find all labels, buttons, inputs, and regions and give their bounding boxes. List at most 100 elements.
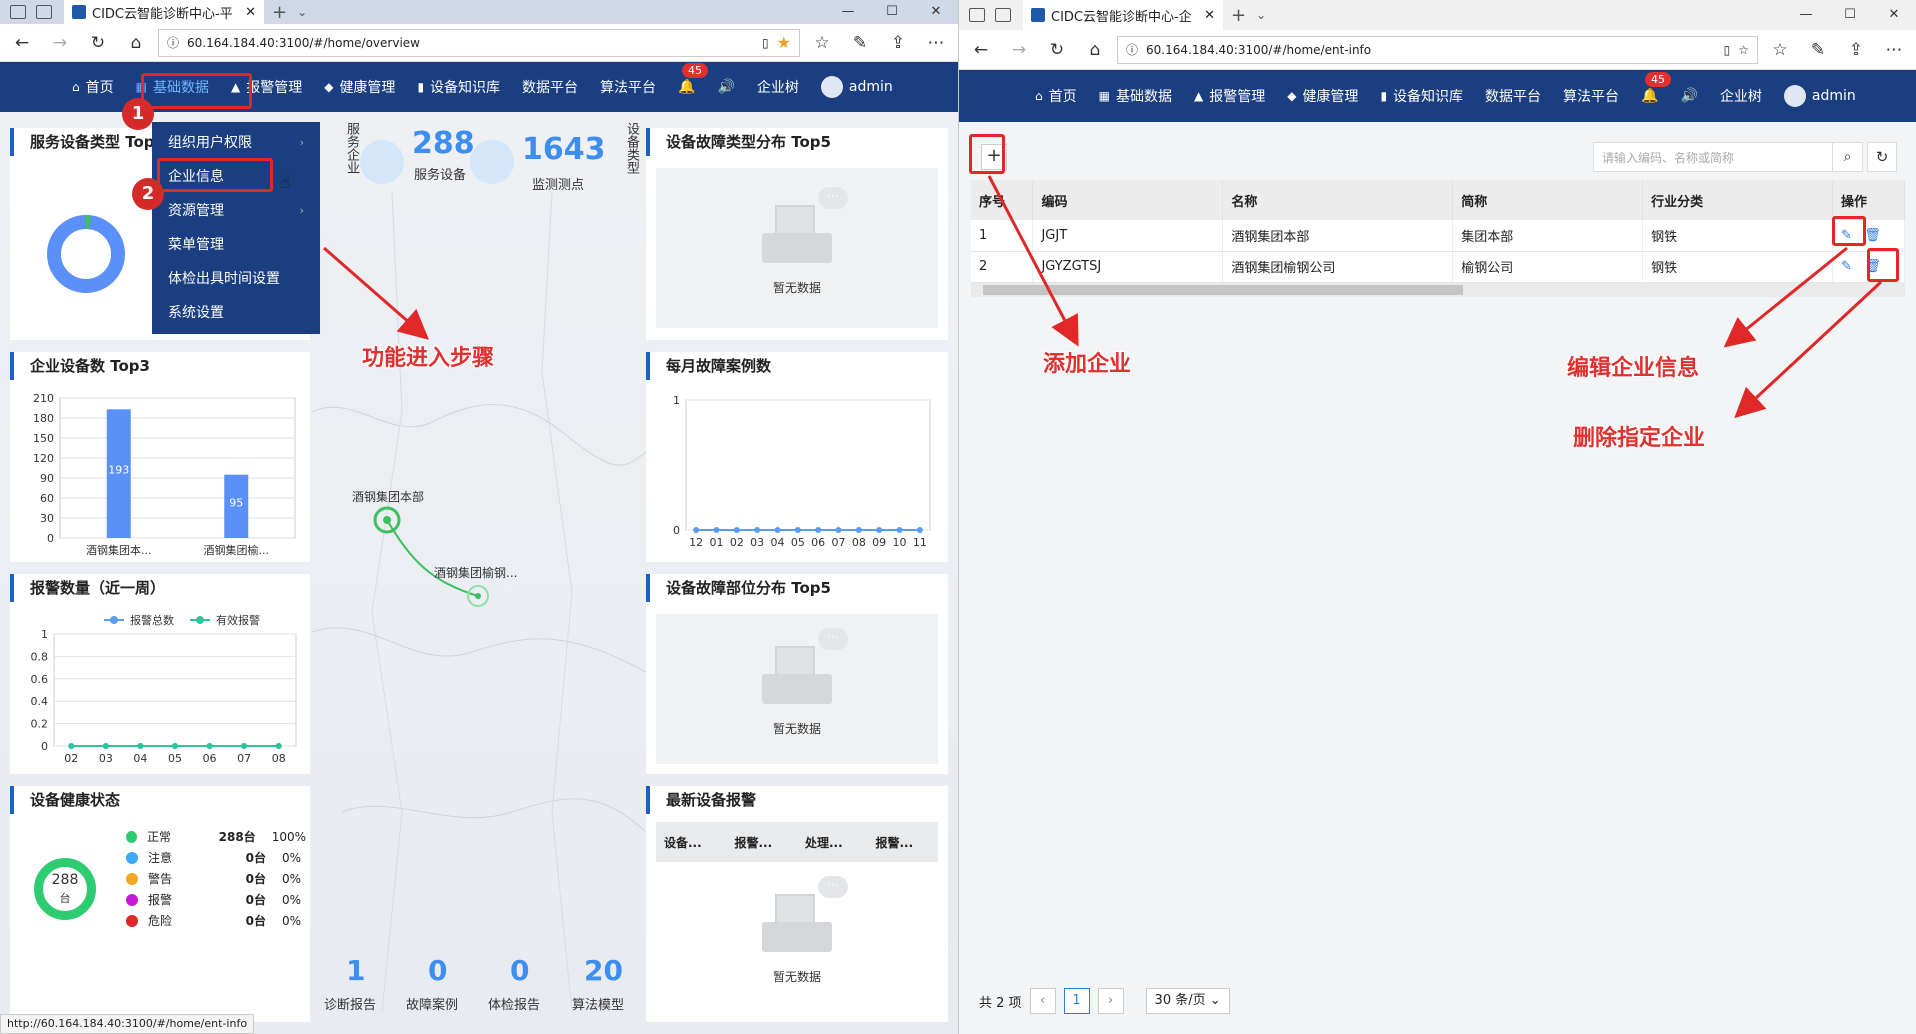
y-tick-label: 60 (40, 492, 54, 505)
user-menu[interactable]: admin (820, 76, 893, 98)
nav-algorithm[interactable]: 算法平台 (600, 77, 656, 97)
x-tick-label: 02 (64, 752, 78, 765)
info-icon[interactable]: ⓘ (167, 34, 179, 51)
stat-value: 0 (510, 954, 530, 987)
page-number[interactable]: 1 (1063, 988, 1090, 1014)
server-stat-icon (360, 140, 404, 184)
data-point (206, 743, 213, 749)
close-tab-icon[interactable]: ✕ (245, 5, 256, 20)
left-tab-bar: CIDC云智能诊断中心-平 ✕ + ⌄ — ☐ ✕ (0, 0, 958, 24)
health-legend-row: 报警 0台 0% (126, 889, 306, 910)
forward-icon[interactable]: → (44, 33, 76, 53)
health-legend-row: 警告 0台 0% (126, 868, 306, 889)
plot-area (685, 399, 931, 531)
stat-value: 0 (428, 954, 448, 987)
empty-text: 暂无数据 (772, 721, 821, 736)
health-legend-row: 注意 0台 0% (126, 847, 306, 868)
favorites-icon[interactable]: ☆ (806, 33, 838, 53)
data-point (774, 527, 781, 533)
left-active-tab[interactable]: CIDC云智能诊断中心-平 ✕ (64, 0, 264, 24)
step-marker: 1 (122, 98, 154, 130)
map-point-label: 酒钢集团本部 (352, 490, 425, 504)
menu-item-system-settings[interactable]: 系统设置 (152, 296, 320, 330)
menu-item-org-user-permission[interactable]: 组织用户权限 › (152, 126, 320, 160)
column-header[interactable]: 报警... (727, 834, 798, 851)
close-window-icon[interactable]: ✕ (914, 0, 958, 24)
status-dot (126, 872, 138, 885)
x-tick-label: 04 (133, 752, 147, 765)
home-icon[interactable]: ⌂ (120, 33, 152, 53)
next-page-icon[interactable]: › (1097, 988, 1124, 1014)
notification-bell-icon[interactable]: 🔔 45 (678, 63, 709, 95)
menu-label: 体检出具时间设置 (168, 271, 280, 287)
right-browser-window: CIDC云智能诊断中心-企 ✕ + ⌄ — ☐ ✕ ← → ↻ ⌂ ⓘ 60.1… (958, 0, 1916, 1034)
health-ring: 288 台 (34, 858, 96, 920)
column-header[interactable]: 处理... (797, 834, 868, 851)
x-tick-label: 酒钢集团榆... (204, 543, 270, 557)
nav-knowledge[interactable]: ▮ 设备知识库 (417, 77, 500, 97)
alarm-line-chart: 1 0.8 0.6 0.4 0.2 0 02 03 04 05 06 07 08 报警总数 有效报警 (31, 613, 297, 765)
status-bar-url: http://60.164.184.40:3100/#/home/ent-inf… (0, 1014, 255, 1034)
menu-item-menu-manage[interactable]: 菜单管理 (152, 228, 320, 262)
health-count: 0台 (245, 851, 266, 865)
favorite-star-icon[interactable]: ★ (777, 33, 791, 52)
device-health-panel: 设备健康状态 288 台 正常 288台 100% 注意 0台 0% 警告 0台 0% 报警 0台 0%… (10, 786, 310, 1022)
status-dot (126, 851, 138, 864)
stat-label[interactable]: 诊断报告 (324, 994, 376, 1013)
health-legend-row: 危险 0台 0% (126, 910, 306, 931)
tab-actions-icon[interactable] (10, 5, 26, 19)
panel-title: 报警数量（近一周） (10, 574, 310, 602)
y-tick-label: 90 (40, 472, 54, 485)
health-legend: 正常 288台 100% 注意 0台 0% 警告 0台 0% 报警 0台 0% 危险 0台 0% (126, 826, 306, 931)
chevron-right-icon: › (299, 204, 304, 217)
minimize-icon[interactable]: — (826, 0, 870, 24)
x-tick-label: 04 (771, 536, 785, 549)
notification-badge: 45 (682, 63, 709, 78)
volume-icon[interactable]: 🔊 (717, 79, 734, 95)
column-header[interactable]: 报警... (868, 834, 939, 851)
tab-title: CIDC云智能诊断中心-平 (92, 6, 233, 22)
nav-home[interactable]: ⌂ 首页 (72, 77, 114, 97)
maximize-icon[interactable]: ☐ (870, 0, 914, 24)
x-tick-label: 酒钢集团本... (86, 543, 152, 557)
share-icon[interactable]: ⇪ (882, 33, 914, 53)
nav-health[interactable]: ◆ 健康管理 (324, 77, 395, 97)
panel-title: 设备故障类型分布 Top5 (646, 128, 948, 156)
reading-view-icon[interactable]: ▯ (762, 36, 769, 50)
menu-item-resource-manage[interactable]: 资源管理 › (152, 194, 320, 228)
more-icon[interactable]: ⋯ (920, 33, 952, 53)
nav-enterprise-tree[interactable]: 企业树 (757, 77, 799, 97)
x-tick-label: 03 (99, 752, 113, 765)
set-aside-tabs-icon[interactable] (36, 5, 52, 19)
plot-area (53, 633, 297, 747)
stat-label[interactable]: 故障案例 (406, 994, 458, 1013)
x-tick-label: 12 (689, 536, 703, 549)
nav-data-platform[interactable]: 数据平台 (522, 77, 578, 97)
chevron-right-icon: › (299, 136, 304, 149)
prev-page-icon[interactable]: ‹ (1029, 988, 1056, 1014)
health-percent: 0% (282, 871, 302, 886)
annotation-text: 编辑企业信息 (1567, 356, 1700, 381)
annotation-arrow (323, 246, 430, 340)
stat-label[interactable]: 算法模型 (572, 994, 624, 1013)
left-address-toolbar: ← → ↻ ⌂ ⓘ 60.164.184.40:3100/#/home/over… (0, 24, 958, 62)
address-bar[interactable]: ⓘ 60.164.184.40:3100/#/home/overview ▯ ★ (158, 28, 800, 57)
page-size-select[interactable]: 30 条/页 ⌄ (1145, 988, 1230, 1014)
menu-item-exam-time-settings[interactable]: 体检出具时间设置 (152, 262, 320, 296)
stat-label[interactable]: 体检报告 (488, 994, 540, 1013)
new-tab-icon[interactable]: + (272, 2, 287, 23)
data-point (733, 527, 740, 533)
monthly-fault-panel: 每月故障案例数 1 0 12 01 02 03 04 05 06 07 08 09 10 11 (646, 352, 948, 562)
tab-list-chevron-icon[interactable]: ⌄ (297, 5, 307, 19)
stat-label: 服务设备 (414, 168, 467, 183)
panel-title: 企业设备数 Top3 (10, 352, 310, 380)
status-dot (126, 830, 138, 843)
refresh-icon[interactable]: ↻ (82, 33, 114, 53)
y-tick-label: 0.4 (31, 695, 49, 708)
y-tick-label: 120 (33, 452, 54, 465)
notes-icon[interactable]: ✎ (844, 33, 876, 53)
health-label: 注意 (148, 851, 173, 865)
column-header[interactable]: 设备... (656, 834, 727, 851)
y-tick-label: 0.2 (31, 718, 49, 731)
back-icon[interactable]: ← (6, 33, 38, 53)
